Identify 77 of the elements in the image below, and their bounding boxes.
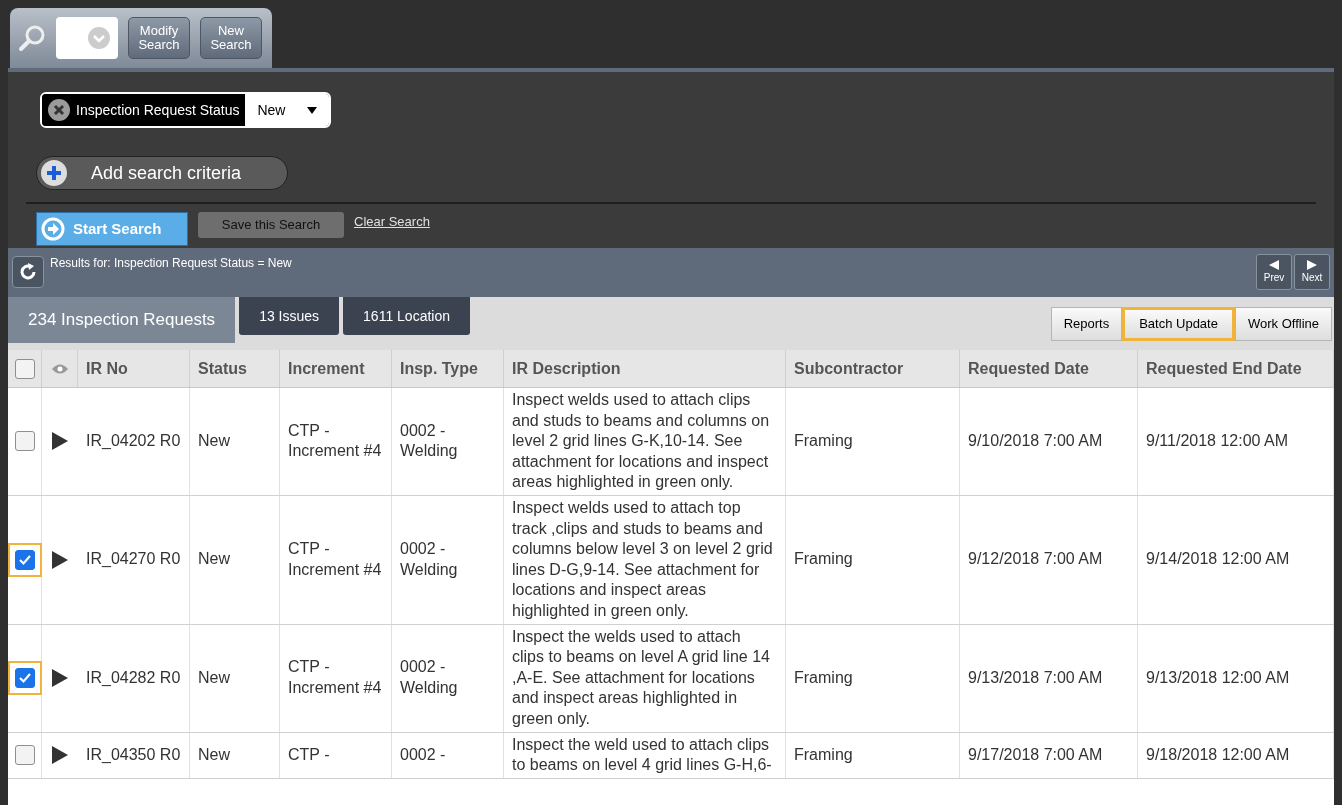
checkbox[interactable]	[14, 745, 35, 766]
toolbar-button[interactable]: Batch Update	[1122, 307, 1235, 341]
caret-icon	[307, 106, 318, 114]
table-cell-text: 9/14/2018 12:00 AM	[1146, 549, 1290, 570]
results-tab[interactable]: 1611 Location	[343, 297, 470, 335]
plus-icon	[41, 160, 67, 186]
table-cell-text: Framing	[794, 744, 853, 765]
column-header[interactable]: Subcontractor	[786, 350, 960, 387]
column-header[interactable]: IR No	[78, 350, 190, 387]
expand-icon[interactable]	[52, 669, 68, 687]
criteria-label: Inspection Request Status	[76, 100, 240, 120]
table-cell-text: Inspect welds used to attach clips and studs to beams and columns on level 2 grid lines G-K,10-14. See attachment for locations and inspect areas highlighted in green only.	[512, 390, 771, 493]
add-criteria-button[interactable]: Add search criteria	[36, 156, 288, 190]
toolbar-button[interactable]: Work Offline	[1234, 307, 1332, 341]
table-cell-text: 9/18/2018 12:00 AM	[1146, 744, 1290, 765]
table-cell-text: CTP -	[288, 744, 330, 765]
results-tab[interactable]: 13 Issues	[239, 297, 340, 335]
refresh-icon	[18, 262, 38, 282]
column-header[interactable]: Requested End Date	[1138, 350, 1334, 387]
table-cell-text: Inspect the weld used to attach clips to beams on level 4 grid lines G-H,6-	[512, 734, 773, 776]
table-cell-text: New	[198, 744, 230, 765]
table-cell-text: CTP - Increment #4	[288, 657, 383, 698]
check-icon	[17, 671, 32, 685]
expand-icon[interactable]	[52, 746, 68, 765]
table-cell: Framing	[794, 431, 853, 452]
search-tab-button[interactable]: Modify Search	[128, 17, 190, 59]
checkbox[interactable]	[14, 358, 35, 379]
search-icon	[18, 24, 46, 52]
table-cell: IR_04202 R0	[86, 431, 181, 452]
table-cell-text: IR_04350 R0	[86, 744, 181, 765]
column-header[interactable]: Status	[190, 350, 280, 387]
table-cell-text: Inspect the welds used to attach clips to beams on level A grid line 14 ,A-E. See attachment for locations and inspect areas highlighted in green only.	[512, 626, 771, 729]
table-cell-text: 0002 - Welding	[400, 657, 459, 698]
clear-search-link[interactable]: Clear Search	[354, 212, 430, 232]
table-cell-text: 9/12/2018 7:00 AM	[968, 549, 1103, 570]
arrow-right-icon	[41, 217, 65, 241]
table-cell-text: 9/13/2018 12:00 AM	[1146, 667, 1290, 688]
expand-icon[interactable]	[52, 550, 68, 569]
next-button[interactable]: Next	[1294, 254, 1330, 290]
chevron-down-icon	[88, 27, 110, 49]
table-cell-text: 0002 - Welding	[400, 420, 459, 462]
table-cell-text: Inspect welds used to attach top track ,clips and studs to beams and columns below level 3 on level 2 grid lines D-G,9-14. See attachment for locations and inspect areas highlighted in green only.	[512, 497, 774, 621]
column-header[interactable]: Insp. Type	[392, 350, 504, 387]
checkbox[interactable]	[14, 668, 35, 688]
table-cell-text: 9/17/2018 7:00 AM	[968, 744, 1103, 765]
expand-icon[interactable]	[52, 432, 68, 451]
table-cell-text: CTP - Increment #4	[288, 539, 383, 580]
table-cell-text: Framing	[794, 549, 853, 570]
checkbox[interactable]	[14, 431, 35, 452]
column-header[interactable]: IR Description	[504, 350, 786, 387]
table-cell-text: 0002 - Welding	[400, 539, 459, 580]
toolbar-button[interactable]: Reports	[1050, 307, 1123, 341]
table-cell: 9/10/2018 7:00 AM	[968, 431, 1103, 452]
triangle-right-icon	[1307, 259, 1317, 270]
remove-icon[interactable]	[48, 99, 70, 121]
save-search-button[interactable]: Save this Search	[198, 212, 344, 238]
table-cell: 9/11/2018 12:00 AM	[1146, 431, 1289, 452]
table-cell-text: New	[198, 667, 230, 688]
eye-icon	[50, 362, 69, 375]
table-cell-text: 9/13/2018 7:00 AM	[968, 667, 1103, 688]
column-header[interactable]: Requested Date	[960, 350, 1138, 387]
prev-button[interactable]: Prev	[1256, 254, 1292, 290]
search-tab-button[interactable]: New Search	[200, 17, 262, 59]
table-cell-text: IR_04270 R0	[86, 549, 181, 570]
table-cell-text: 0002 -	[400, 744, 446, 765]
triangle-left-icon	[1269, 259, 1279, 270]
results-tab[interactable]: 234 Inspection Requests	[8, 297, 236, 343]
table-cell-text: CTP - Increment #4	[288, 420, 383, 462]
table-cell-text: IR_04282 R0	[86, 667, 181, 688]
criteria-value-dropdown[interactable]: New	[245, 94, 330, 126]
checkbox[interactable]	[14, 549, 35, 570]
table-cell: New	[198, 431, 230, 452]
results-title: Results for: Inspection Request Status = New	[50, 255, 292, 272]
table-cell-text: Framing	[794, 667, 853, 688]
refresh-button[interactable]	[12, 256, 44, 288]
table-cell-text: New	[198, 549, 230, 570]
column-header[interactable]: Increment	[280, 350, 392, 387]
